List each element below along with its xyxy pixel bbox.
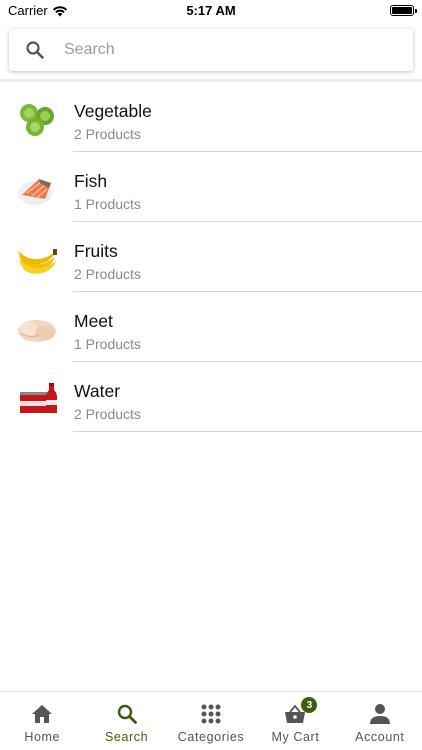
raw-chicken-image (15, 309, 59, 349)
bottom-nav: Home Search Categories 3 My Cart Account (0, 691, 422, 750)
category-list: Vegetable 2 Products Fish 1 Products Fru… (0, 82, 422, 432)
brussels-sprouts-image (15, 99, 59, 139)
home-icon (30, 702, 54, 726)
category-name: Fruits (74, 241, 118, 261)
nav-categories-label: Categories (177, 730, 245, 744)
search-icon (25, 40, 45, 60)
nav-home[interactable]: Home (0, 692, 84, 750)
category-count: 2 Products (74, 266, 141, 282)
category-count: 1 Products (74, 336, 141, 352)
category-name: Meet (74, 311, 113, 331)
search-bar[interactable] (9, 29, 413, 71)
status-time: 5:17 AM (186, 3, 236, 18)
grid-icon (199, 702, 223, 726)
category-item-fruits[interactable]: Fruits 2 Products (0, 222, 422, 292)
person-icon (368, 702, 392, 726)
soda-bottles-image (15, 379, 59, 419)
nav-home-label: Home (24, 730, 61, 744)
nav-categories[interactable]: Categories (169, 692, 253, 750)
search-icon (115, 702, 139, 726)
category-item-meet[interactable]: Meet 1 Products (0, 292, 422, 362)
nav-search[interactable]: Search (84, 692, 168, 750)
category-count: 2 Products (74, 126, 141, 142)
battery-icon (390, 5, 417, 16)
category-count: 1 Products (74, 196, 141, 212)
category-name: Vegetable (74, 101, 152, 121)
nav-cart[interactable]: 3 My Cart (253, 692, 337, 750)
category-name: Fish (74, 171, 108, 191)
category-item-water[interactable]: Water 2 Products (0, 362, 422, 432)
bananas-image (15, 239, 59, 279)
category-count: 2 Products (74, 406, 141, 422)
basket-icon: 3 (283, 697, 318, 726)
nav-cart-label: My Cart (271, 730, 320, 744)
list-divider (73, 431, 422, 432)
status-bar: Carrier 5:17 AM (0, 0, 422, 22)
nav-search-label: Search (105, 730, 149, 744)
cart-badge: 3 (301, 697, 318, 713)
category-name: Water (74, 381, 121, 401)
nav-account[interactable]: Account (338, 692, 422, 750)
category-item-vegetable[interactable]: Vegetable 2 Products (0, 82, 422, 152)
nav-account-label: Account (355, 730, 405, 744)
category-item-fish[interactable]: Fish 1 Products (0, 152, 422, 222)
search-input[interactable] (64, 41, 364, 59)
salmon-fillet-image (15, 169, 59, 209)
